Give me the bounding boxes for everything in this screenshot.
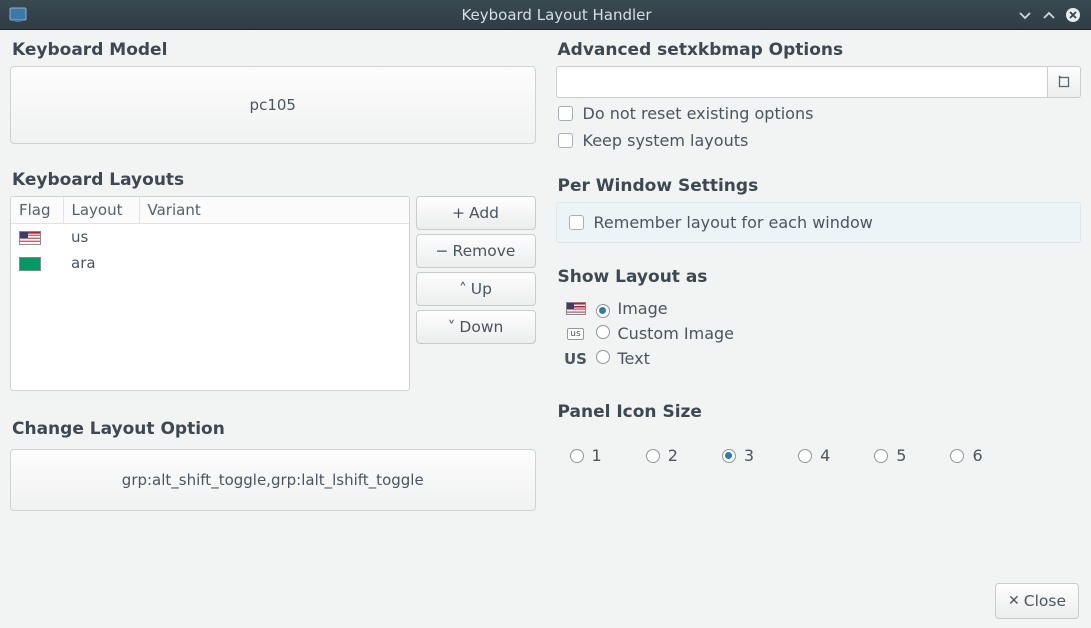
us-flag-icon (19, 231, 41, 245)
close-button[interactable]: ✕Close (995, 583, 1079, 619)
show-as-custom-radio[interactable]: Custom Image (596, 324, 1082, 343)
change-layout-title: Change Layout Option (12, 419, 536, 439)
clear-icon (1057, 75, 1071, 89)
keyboard-layouts-table[interactable]: Flag Layout Variant us ara (10, 196, 410, 391)
panel-size-5-radio[interactable]: 5 (874, 446, 906, 465)
radio-icon (950, 449, 964, 463)
dialog-footer: ✕Close (0, 574, 1091, 628)
per-window-title: Per Window Settings (558, 176, 1082, 196)
change-layout-button[interactable]: grp:alt_shift_toggle,grp:lalt_lshift_tog… (10, 449, 536, 511)
radio-icon (596, 325, 610, 339)
add-button[interactable]: +Add (416, 196, 536, 230)
col-flag[interactable]: Flag (11, 197, 63, 224)
radio-icon (798, 449, 812, 463)
checkbox-icon (569, 215, 584, 230)
keep-system-checkbox[interactable]: Keep system layouts (558, 131, 1080, 150)
shade-icon[interactable] (1015, 5, 1035, 25)
table-row[interactable]: ara (11, 250, 409, 276)
keyboard-layouts-title: Keyboard Layouts (12, 170, 536, 190)
radio-icon (596, 350, 610, 364)
panel-size-6-radio[interactable]: 6 (950, 446, 982, 465)
radio-icon (874, 449, 888, 463)
keyboard-model-title: Keyboard Model (12, 40, 536, 60)
panel-size-1-radio[interactable]: 1 (570, 446, 602, 465)
remember-layout-checkbox[interactable]: Remember layout for each window (569, 213, 1069, 232)
no-reset-checkbox[interactable]: Do not reset existing options (558, 104, 1080, 123)
minus-icon: − (436, 242, 449, 260)
show-as-text-radio[interactable]: Text (596, 349, 1082, 368)
show-as-image-radio[interactable]: Image (596, 299, 1082, 318)
keyboard-model-value: pc105 (250, 96, 296, 114)
show-layout-title: Show Layout as (558, 267, 1082, 287)
change-layout-value: grp:alt_shift_toggle,grp:lalt_lshift_tog… (122, 471, 424, 489)
ara-flag-icon (19, 257, 41, 271)
chevron-up-icon: ˄ (459, 280, 467, 298)
col-layout[interactable]: Layout (63, 197, 139, 224)
radio-icon (596, 304, 610, 318)
down-button[interactable]: ˅Down (416, 310, 536, 344)
close-icon: ✕ (1008, 593, 1020, 609)
panel-icon-size-group: 1 2 3 4 5 6 (570, 446, 1074, 465)
text-indicator-icon: US (564, 350, 587, 368)
app-icon (8, 5, 28, 25)
panel-size-2-radio[interactable]: 2 (646, 446, 678, 465)
custom-image-icon: us (567, 328, 583, 340)
window-title: Keyboard Layout Handler (100, 6, 1013, 24)
clear-input-button[interactable] (1047, 66, 1081, 98)
advanced-options-title: Advanced setxkbmap Options (558, 40, 1082, 60)
titlebar: Keyboard Layout Handler (0, 0, 1091, 30)
panel-size-3-radio[interactable]: 3 (722, 446, 754, 465)
close-window-icon[interactable] (1063, 5, 1083, 25)
radio-icon (646, 449, 660, 463)
radio-icon (722, 449, 736, 463)
checkbox-icon (558, 106, 573, 121)
remove-button[interactable]: −Remove (416, 234, 536, 268)
checkbox-icon (558, 133, 573, 148)
radio-icon (570, 449, 584, 463)
us-flag-icon (566, 302, 586, 315)
row-variant (139, 250, 409, 276)
row-variant (139, 224, 409, 251)
row-layout: us (63, 224, 139, 251)
keyboard-model-button[interactable]: pc105 (10, 66, 536, 144)
chevron-down-icon: ˅ (448, 318, 456, 336)
col-variant[interactable]: Variant (139, 197, 409, 224)
plus-icon: + (452, 204, 465, 222)
row-layout: ara (63, 250, 139, 276)
panel-icon-size-title: Panel Icon Size (558, 402, 1082, 422)
maximize-icon[interactable] (1039, 5, 1059, 25)
table-row[interactable]: us (11, 224, 409, 251)
panel-size-4-radio[interactable]: 4 (798, 446, 830, 465)
advanced-options-input[interactable] (556, 66, 1048, 98)
up-button[interactable]: ˄Up (416, 272, 536, 306)
